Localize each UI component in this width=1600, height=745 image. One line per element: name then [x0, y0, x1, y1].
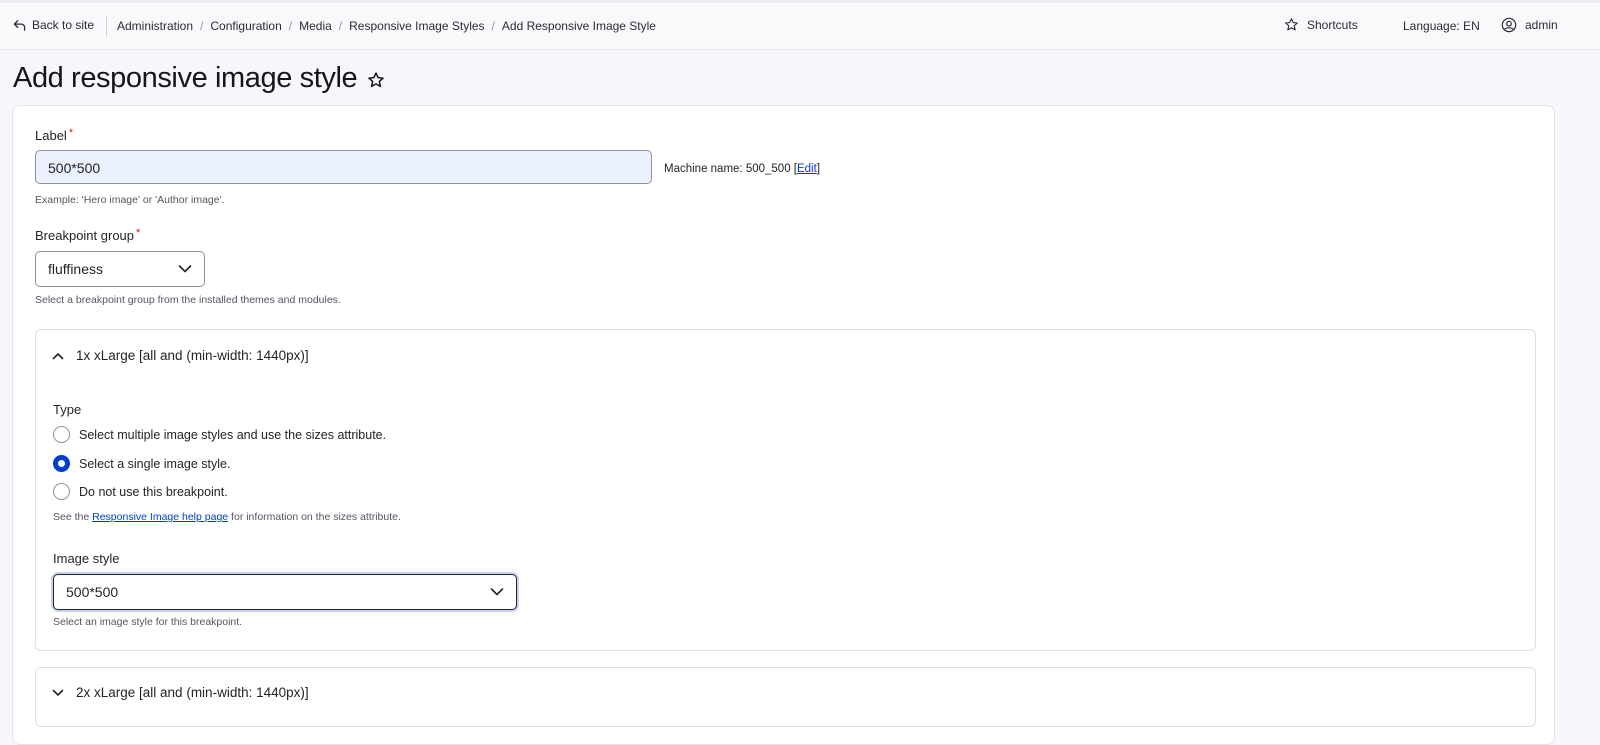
- image-style-label: Image style: [53, 551, 120, 566]
- label-field-label-text: Label: [35, 128, 67, 143]
- type-help-text: See the Responsive Image help page for i…: [53, 511, 401, 523]
- breadcrumb-separator: /: [288, 19, 293, 33]
- radio-button[interactable]: [53, 483, 70, 500]
- required-marker: *: [136, 227, 141, 239]
- radio-button-selected[interactable]: [53, 455, 70, 472]
- radio-option-none-label: Do not use this breakpoint.: [79, 484, 228, 499]
- shortcuts-label: Shortcuts: [1307, 17, 1358, 32]
- breakpoint-details-2x-xlarge: 2x xLarge [all and (min-width: 1440px)]: [35, 667, 1536, 727]
- radio-option-single[interactable]: Select a single image style.: [53, 455, 230, 472]
- breakpoint-group-label-text: Breakpoint group: [35, 228, 135, 243]
- type-label: Type: [53, 402, 82, 417]
- type-help-suffix: for information on the sizes attribute.: [228, 511, 401, 523]
- machine-name-text: Machine name: 500_500 [: [664, 163, 797, 175]
- toolbar-divider: [106, 15, 107, 37]
- breadcrumb-separator: /: [491, 19, 495, 33]
- back-arrow-icon: [13, 19, 26, 31]
- label-description: Example: 'Hero image' or 'Author image'.: [35, 194, 225, 206]
- breakpoint-group-description: Select a breakpoint group from the insta…: [35, 294, 341, 306]
- chevron-up-icon: [52, 352, 64, 359]
- user-name: admin: [1525, 18, 1558, 32]
- responsive-image-help-link[interactable]: Responsive Image help page: [92, 511, 228, 523]
- language-switcher[interactable]: Language: EN: [1403, 19, 1480, 33]
- form-card: Label * 500*500 Machine name: 500_500 [Ed…: [12, 105, 1555, 745]
- user-avatar-icon: [1501, 17, 1517, 33]
- breadcrumb: Administration / Configuration / Media /…: [117, 19, 656, 33]
- label-field-label: Label *: [35, 127, 74, 143]
- breadcrumb-current: Add Responsive Image Style: [501, 19, 656, 33]
- required-marker: *: [68, 127, 74, 139]
- user-menu[interactable]: admin: [1501, 17, 1558, 33]
- machine-name-bracket: ]: [816, 163, 821, 175]
- breadcrumb-separator: /: [338, 19, 343, 33]
- breadcrumb-administration[interactable]: Administration: [117, 19, 193, 33]
- chevron-down-icon: [178, 265, 192, 273]
- breakpoint-group-value: fluffiness: [48, 261, 103, 277]
- breakpoint-details-1x-xlarge: 1x xLarge [all and (min-width: 1440px)] …: [35, 329, 1536, 651]
- breakpoint-group-label: Breakpoint group *: [35, 227, 141, 243]
- image-style-value: 500*500: [66, 584, 119, 600]
- breakpoint-group-select[interactable]: fluffiness: [35, 251, 205, 287]
- page-title-text: Add responsive image style: [13, 62, 358, 94]
- radio-option-none[interactable]: Do not use this breakpoint.: [53, 483, 228, 500]
- back-to-site-link[interactable]: Back to site: [13, 18, 94, 32]
- image-style-select[interactable]: 500*500: [53, 574, 517, 610]
- radio-option-multiple-label: Select multiple image styles and use the…: [79, 427, 387, 442]
- chevron-down-icon: [52, 689, 64, 696]
- back-to-site-label: Back to site: [32, 18, 95, 32]
- breakpoint-summary-1x[interactable]: 1x xLarge [all and (min-width: 1440px)]: [52, 348, 309, 363]
- machine-name: Machine name: 500_500 [Edit]: [664, 163, 820, 175]
- machine-name-edit-link[interactable]: Edit: [797, 163, 817, 175]
- top-toolbar: Back to site Administration / Configurat…: [0, 0, 1600, 50]
- breadcrumb-media[interactable]: Media: [299, 19, 332, 33]
- breadcrumb-responsive-image-styles[interactable]: Responsive Image Styles: [349, 19, 484, 33]
- breakpoint-summary-2x[interactable]: 2x xLarge [all and (min-width: 1440px)]: [52, 685, 309, 700]
- breadcrumb-configuration[interactable]: Configuration: [210, 19, 281, 33]
- label-input[interactable]: 500*500: [35, 150, 652, 184]
- add-shortcut-star-icon[interactable]: [367, 71, 385, 89]
- breadcrumb-separator: /: [200, 19, 204, 33]
- shortcuts-button[interactable]: Shortcuts: [1284, 17, 1358, 32]
- breakpoint-summary-2x-label: 2x xLarge [all and (min-width: 1440px)]: [76, 685, 309, 700]
- radio-button[interactable]: [53, 426, 70, 443]
- type-help-prefix: See the: [53, 511, 93, 523]
- breakpoint-summary-1x-label: 1x xLarge [all and (min-width: 1440px)]: [76, 348, 309, 363]
- radio-option-multiple[interactable]: Select multiple image styles and use the…: [53, 426, 386, 443]
- page-title: Add responsive image style: [13, 62, 385, 95]
- image-style-description: Select an image style for this breakpoin…: [53, 616, 243, 628]
- star-icon: [1285, 18, 1298, 31]
- chevron-down-icon: [490, 588, 504, 596]
- radio-option-single-label: Select a single image style.: [79, 456, 231, 471]
